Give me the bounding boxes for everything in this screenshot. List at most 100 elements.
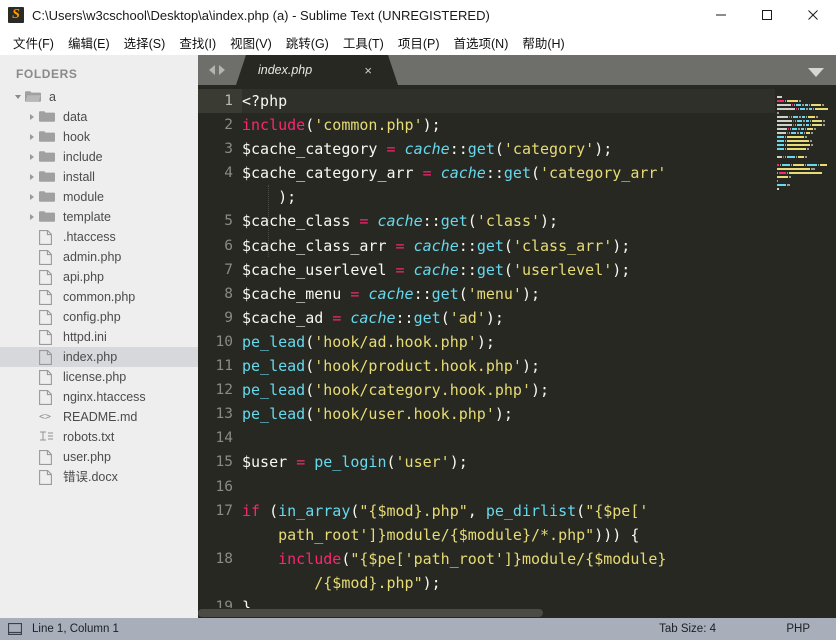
folder-item-data[interactable]: data (0, 107, 198, 127)
code-content[interactable]: <?phpinclude('common.php');$cache_catego… (242, 85, 836, 608)
tab-close-icon[interactable]: × (364, 64, 372, 77)
code-line[interactable]: <?php (242, 89, 836, 113)
code-line[interactable]: path_root']}module/{$module}/*.php"))) { (242, 523, 836, 547)
code-token: :: (414, 285, 432, 303)
tab-label: index.php (258, 63, 312, 77)
chevron-right-icon[interactable] (30, 174, 34, 180)
code-line[interactable]: $cache_category_arr = cache::get('catego… (242, 161, 836, 185)
code-line[interactable]: $cache_userlevel = cache::get('userlevel… (242, 258, 836, 282)
code-token (405, 237, 414, 255)
folder-item-install[interactable]: install (0, 167, 198, 187)
code-line[interactable]: $cache_category = cache::get('category')… (242, 137, 836, 161)
chevron-right-icon[interactable] (30, 154, 34, 160)
code-token: include (278, 550, 341, 568)
chevron-right-icon[interactable] (30, 114, 34, 120)
code-line[interactable]: } (242, 595, 836, 608)
code-token: 'userlevel' (513, 261, 612, 279)
code-line[interactable]: pe_lead('hook/user.hook.php'); (242, 402, 836, 426)
line-number: 11 (198, 354, 242, 378)
tab-next-icon[interactable] (219, 65, 225, 75)
code-line[interactable]: include("{$pe['path_root']}module/{$modu… (242, 547, 836, 571)
console-icon[interactable] (8, 623, 22, 635)
menu-item-6[interactable]: 工具(T) (336, 31, 391, 55)
syntax-indicator[interactable]: PHP (786, 623, 810, 635)
code-line[interactable]: pe_lead('hook/product.hook.php'); (242, 354, 836, 378)
tree-item-label: admin.php (63, 250, 121, 264)
horizontal-scrollbar[interactable] (198, 608, 836, 618)
file-item-robots-txt[interactable]: robots.txt (0, 427, 198, 447)
code-line[interactable] (242, 475, 836, 499)
chevron-right-icon[interactable] (30, 134, 34, 140)
editor-area[interactable]: 1234 567891011121314151617 18 192021 <?p… (198, 85, 836, 608)
menu-item-1[interactable]: 编辑(E) (61, 31, 117, 55)
chevron-right-icon[interactable] (30, 214, 34, 220)
chevron-right-icon[interactable] (30, 194, 34, 200)
code-line[interactable]: pe_lead('hook/ad.hook.php'); (242, 330, 836, 354)
code-line[interactable]: /{$mod}.php"); (242, 571, 836, 595)
menu-item-7[interactable]: 项目(P) (391, 31, 447, 55)
maximize-button[interactable] (744, 0, 790, 30)
chevron-down-icon[interactable] (808, 68, 824, 77)
file-item-license-php[interactable]: license.php (0, 367, 198, 387)
code-token: /{$mod}.php" (242, 574, 423, 592)
folder-item-include[interactable]: include (0, 147, 198, 167)
folder-item-template[interactable]: template (0, 207, 198, 227)
line-number: 17 (198, 499, 242, 523)
file-item--docx[interactable]: 错误.docx (0, 467, 198, 487)
line-number: 7 (198, 258, 242, 282)
file-item-api-php[interactable]: api.php (0, 267, 198, 287)
file-item-admin-php[interactable]: admin.php (0, 247, 198, 267)
code-line[interactable]: $cache_class = cache::get('class'); (242, 209, 836, 233)
file-icon (39, 450, 57, 464)
menu-item-5[interactable]: 跳转(G) (279, 31, 336, 55)
menu-item-0[interactable]: 文件(F) (6, 31, 61, 55)
tab-size-indicator[interactable]: Tab Size: 4 (659, 623, 716, 635)
file-item-common-php[interactable]: common.php (0, 287, 198, 307)
file-item-httpd-ini[interactable]: httpd.ini (0, 327, 198, 347)
disclosure-arrow (26, 211, 38, 223)
code-line[interactable] (242, 426, 836, 450)
tree-item-label: httpd.ini (63, 330, 107, 344)
code-line[interactable]: if (in_array("{$mod}.php", pe_dirlist("{… (242, 499, 836, 523)
file-item-readme-md[interactable]: <>README.md (0, 407, 198, 427)
tree-item-label: nginx.htaccess (63, 390, 146, 404)
code-token: cache (414, 237, 459, 255)
code-token: ); (531, 381, 549, 399)
menu-item-3[interactable]: 查找(I) (172, 31, 223, 55)
folder-icon (39, 190, 57, 204)
minimap[interactable] (775, 85, 836, 608)
code-line[interactable]: include('common.php'); (242, 113, 836, 137)
menu-item-8[interactable]: 首选项(N) (447, 31, 516, 55)
file-item-nginx-htaccess[interactable]: nginx.htaccess (0, 387, 198, 407)
code-line[interactable]: $cache_menu = cache::get('menu'); (242, 282, 836, 306)
disclosure-arrow (26, 351, 38, 363)
code-token: 'menu' (468, 285, 522, 303)
menu-item-4[interactable]: 视图(V) (223, 31, 279, 55)
close-button[interactable] (790, 0, 836, 30)
tab-prev-icon[interactable] (209, 65, 215, 75)
folder-item-module[interactable]: module (0, 187, 198, 207)
code-line[interactable]: pe_lead('hook/category.hook.php'); (242, 378, 836, 402)
tab-navigation[interactable] (198, 55, 236, 85)
code-line[interactable]: ); (242, 185, 836, 209)
file-item-config-php[interactable]: config.php (0, 307, 198, 327)
minimize-button[interactable] (698, 0, 744, 30)
code-token: = (296, 453, 305, 471)
code-line[interactable]: $cache_class_arr = cache::get('class_arr… (242, 234, 836, 258)
code-token: 'common.php' (314, 116, 422, 134)
file-item--htaccess[interactable]: .htaccess (0, 227, 198, 247)
code-token: ( (504, 237, 513, 255)
menu-item-9[interactable]: 帮助(H) (515, 31, 571, 55)
file-item-index-php[interactable]: index.php (0, 347, 198, 367)
chevron-down-icon[interactable] (15, 95, 21, 99)
file-item-user-php[interactable]: user.php (0, 447, 198, 467)
menu-item-2[interactable]: 选择(S) (117, 31, 173, 55)
code-line[interactable]: $cache_ad = cache::get('ad'); (242, 306, 836, 330)
code-token: pe_dirlist (486, 502, 576, 520)
folder-item-a[interactable]: a (0, 87, 198, 107)
folder-tree: adatahookincludeinstallmoduletemplate.ht… (0, 87, 198, 487)
horizontal-scrollbar-thumb[interactable] (198, 609, 543, 617)
folder-item-hook[interactable]: hook (0, 127, 198, 147)
tab-index-php[interactable]: index.php × (236, 55, 398, 85)
code-line[interactable]: $user = pe_login('user'); (242, 450, 836, 474)
